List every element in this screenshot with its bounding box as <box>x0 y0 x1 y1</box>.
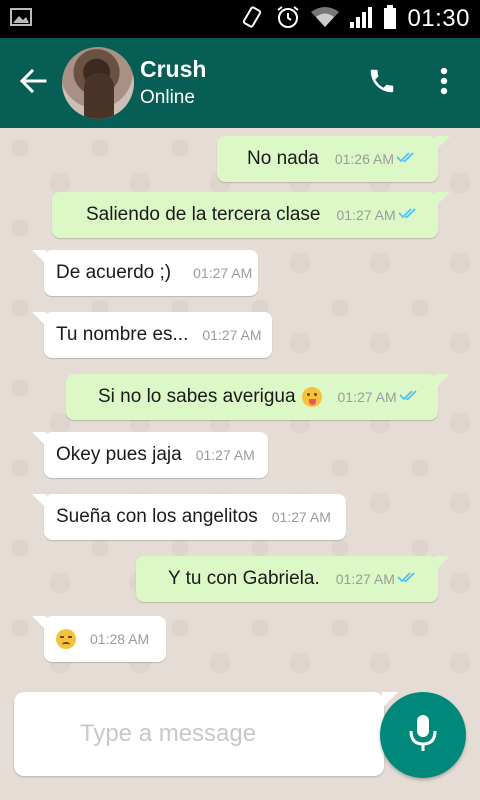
voice-record-button[interactable] <box>380 692 466 778</box>
message-time: 01:27 AM <box>335 571 395 587</box>
message-list[interactable]: No nada 01:26 AM Saliendo de la tercera … <box>0 128 480 690</box>
message-time: 01:28 AM <box>90 631 150 647</box>
status-bar: 01:30 <box>0 0 480 38</box>
read-ticks-icon <box>398 206 418 224</box>
message-bubble-incoming[interactable]: Tu nombre es... 01:27 AM <box>32 312 272 358</box>
read-ticks-icon <box>399 388 419 406</box>
contact-info[interactable]: Crush Online <box>140 55 206 111</box>
message-bubble-incoming[interactable]: 01:28 AM <box>32 616 166 662</box>
message-time: 01:27 AM <box>195 447 255 463</box>
image-icon <box>10 7 32 31</box>
voice-call-button[interactable] <box>352 53 412 113</box>
read-ticks-icon <box>396 150 416 168</box>
message-bubble-incoming[interactable]: De acuerdo ;) 01:27 AM <box>32 250 258 296</box>
chat-header: Crush Online <box>0 38 480 128</box>
message-input[interactable] <box>14 692 384 776</box>
message-text: No nada <box>247 148 319 169</box>
alarm-icon <box>275 4 301 35</box>
message-bubble-outgoing[interactable]: Saliendo de la tercera clase 01:27 AM <box>52 192 450 238</box>
message-text: De acuerdo ;) <box>56 262 172 283</box>
status-time: 01:30 <box>407 5 470 32</box>
phone-icon <box>367 66 397 101</box>
message-bubble-incoming[interactable]: Sueña con los angelitos 01:27 AM <box>32 494 346 540</box>
battery-icon <box>383 4 397 34</box>
message-bubble-outgoing[interactable]: No nada 01:26 AM <box>217 136 450 182</box>
message-text: Okey pues jaja <box>56 444 182 465</box>
message-text: Tu nombre es... <box>56 324 189 345</box>
mic-icon <box>408 713 438 758</box>
back-button[interactable] <box>4 38 62 128</box>
message-text: Y tu con Gabriela. <box>168 568 320 589</box>
back-arrow-icon <box>19 68 47 99</box>
message-time: 01:27 AM <box>337 389 397 405</box>
message-time: 01:27 AM <box>271 509 331 525</box>
message-time: 01:27 AM <box>193 265 253 281</box>
message-bubble-incoming[interactable]: Okey pues jaja 01:27 AM <box>32 432 268 478</box>
vibrate-icon <box>239 4 265 35</box>
composer-bar <box>0 690 480 800</box>
message-bubble-outgoing[interactable]: Y tu con Gabriela. 01:27 AM <box>136 556 450 602</box>
contact-name: Crush <box>140 56 207 82</box>
signal-icon <box>349 6 373 33</box>
message-time: 01:27 AM <box>202 327 262 343</box>
tongue-emoji-icon <box>301 387 322 407</box>
contact-status: Online <box>140 87 195 108</box>
message-text: Saliendo de la tercera clase <box>86 204 321 225</box>
contact-avatar[interactable] <box>62 47 134 119</box>
read-ticks-icon <box>397 570 417 588</box>
message-input-container <box>14 692 398 776</box>
message-text: Sueña con los angelitos <box>56 506 258 527</box>
message-text: Si no lo sabes averigua <box>98 386 296 407</box>
unamused-emoji-icon <box>56 629 76 649</box>
wifi-icon <box>311 6 340 33</box>
message-time: 01:26 AM <box>334 151 394 167</box>
message-time: 01:27 AM <box>336 207 396 223</box>
message-bubble-outgoing[interactable]: Si no lo sabes averigua 01:27 AM <box>66 374 450 420</box>
more-vert-icon <box>440 67 448 100</box>
more-options-button[interactable] <box>424 53 464 113</box>
